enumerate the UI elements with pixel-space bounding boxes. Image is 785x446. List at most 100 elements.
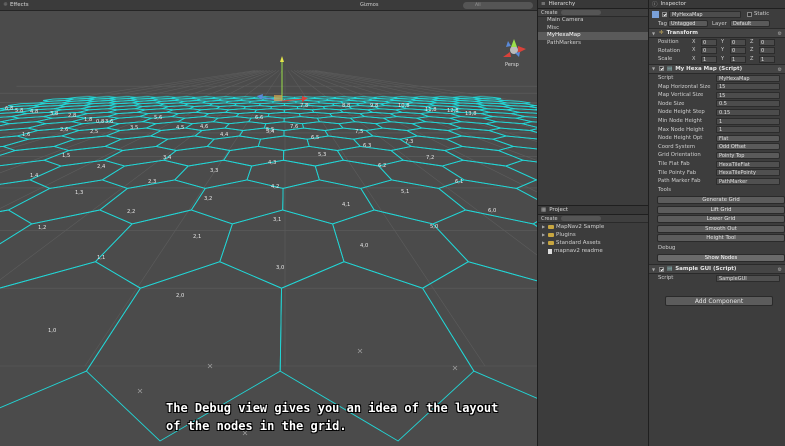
hex-cell — [212, 96, 237, 100]
tool-button[interactable]: Smooth Out — [657, 224, 785, 233]
hex-cell — [488, 127, 537, 140]
project-item[interactable]: mapnav2 readme — [538, 247, 648, 255]
hexamap-field-value[interactable]: HexaTileFlat — [716, 160, 780, 168]
project-tab[interactable]: ▦ Project — [538, 206, 648, 215]
rotation-y-field[interactable]: 0 — [730, 47, 746, 55]
static-label: Static — [754, 11, 770, 17]
project-item[interactable]: ▶ Standard Assets — [538, 239, 648, 247]
transform-header[interactable]: ▼ ✛ Transform ⚙ — [649, 28, 785, 38]
add-component-button[interactable]: Add Component — [665, 296, 773, 306]
hex-node-label: 4,5 — [176, 125, 184, 131]
inspector-tab[interactable]: ⓘ Inspector — [649, 0, 785, 9]
hex-node-label: 5,0 — [430, 224, 438, 230]
hexamap-field-row: Node Height Step 0.15 — [649, 108, 785, 117]
hexamap-field-value[interactable]: 1 — [716, 126, 780, 134]
hexamap-header[interactable]: ▼ ▤ My Hexa Map (Script) ⚙ — [649, 63, 785, 74]
tool-button[interactable]: Generate Grid — [657, 196, 785, 204]
hex-node-label: 5,1 — [401, 189, 409, 195]
hexamap-field-value[interactable]: Flat — [716, 134, 780, 142]
scale-y-field[interactable]: 1 — [730, 55, 746, 63]
hex-node-label: 6,6 — [255, 115, 263, 121]
position-y-field[interactable]: 0 — [730, 38, 746, 46]
gear-icon[interactable]: ⚙ — [778, 267, 782, 273]
hexamap-field-row: Max Node Height 1 — [649, 125, 785, 134]
scene-search-input[interactable]: All — [463, 2, 533, 9]
hex-node-label: 7,3 — [405, 139, 413, 145]
gizmos-menu[interactable]: Gizmos — [360, 2, 378, 8]
hexamap-field-value[interactable]: Pointy Top — [716, 151, 780, 159]
tool-button[interactable]: Lower Grid — [657, 215, 785, 223]
hexamap-field-value[interactable]: MyHexaMap — [716, 74, 780, 82]
persp-label[interactable]: Persp — [505, 62, 519, 68]
hierarchy-item[interactable]: PathMarkers — [538, 40, 648, 48]
hex-node-label: 3,2 — [204, 196, 212, 202]
hexamap-field-value[interactable]: HexaTilePointy — [716, 169, 780, 177]
layer-dropdown[interactable]: Default — [730, 20, 770, 27]
scale-x-field[interactable]: 1 — [701, 55, 717, 63]
hexamap-field-value[interactable]: 0.5 — [716, 100, 780, 108]
position-z-field[interactable]: 0 — [759, 38, 775, 46]
samplegui-script-field[interactable]: SampleGUI — [716, 274, 780, 282]
hexamap-field-value[interactable]: 15 — [716, 83, 780, 91]
project-item[interactable]: ▶ Plugins — [538, 231, 648, 239]
transform-position-row: Position X 0 Y 0 Z 0 — [649, 38, 785, 47]
inspector-panel: ⓘ Inspector MyHexaMap Static Tag Untagge… — [648, 0, 785, 446]
hexamap-field-row: Script MyHexaMap — [649, 74, 785, 83]
fold-arrow-icon: ▼ — [652, 30, 656, 36]
hex-node-label: 6,5 — [311, 135, 319, 141]
hierarchy-item[interactable]: Main Camera — [538, 17, 648, 25]
hex-node-label: 5,4 — [266, 129, 275, 135]
hex-node-label: 4,1 — [342, 202, 350, 208]
hexamap-field-value[interactable]: 1 — [716, 117, 780, 125]
effects-menu[interactable]: ☼ Effects — [3, 2, 29, 8]
hex-node-label: 9,8 — [370, 103, 378, 109]
object-name-field[interactable]: MyHexaMap — [669, 10, 741, 18]
hierarchy-item[interactable]: MyHexaMap — [538, 32, 648, 40]
show-nodes-button[interactable]: Show Nodes — [657, 254, 785, 262]
hex-node-label: 2,3 — [148, 179, 156, 185]
project-search-input[interactable] — [560, 216, 601, 221]
hexamap-field-value[interactable]: PathMarker — [716, 177, 780, 185]
project-list: ▶ MapNav2 Sample ▶ Plugins ▶ Standard Assets m… — [538, 223, 648, 255]
expand-arrow-icon[interactable]: ▶ — [542, 223, 546, 231]
scene-view[interactable]: ☼ Effects Gizmos All 6,8 5,8 4,8 3,8 2,8 1,8 0… — [0, 0, 537, 446]
hierarchy-search-input[interactable] — [560, 10, 601, 15]
hierarchy-create-button[interactable]: Create — [541, 10, 558, 16]
gear-icon[interactable]: ⚙ — [778, 31, 782, 37]
hexamap-field-value[interactable]: 0.15 — [716, 108, 780, 116]
gear-icon[interactable]: ⚙ — [778, 67, 782, 73]
hex-node-label: 8,8 — [342, 103, 350, 109]
hex-grid-debug-view: 6,8 5,8 4,8 3,8 2,8 1,8 0,8 7,8 8,8 9,8 10,8 11,8 12… — [0, 39, 537, 442]
orientation-gizmo[interactable] — [503, 39, 526, 57]
samplegui-enabled-checkbox[interactable] — [659, 266, 664, 272]
fold-arrow-icon: ▼ — [652, 66, 656, 72]
project-create-button[interactable]: Create — [541, 216, 558, 222]
hexamap-field-value[interactable]: Odd Offset — [716, 143, 780, 151]
script-icon: ▤ — [667, 65, 673, 72]
hierarchy-panel: ≡ Hierarchy Create Main Camera Misc MyHexa… — [537, 0, 648, 205]
hex-node-label: 6,2 — [378, 163, 386, 169]
hexamap-enabled-checkbox[interactable] — [659, 66, 664, 72]
samplegui-header[interactable]: ▼ ▤ Sample GUI (Script) ⚙ — [649, 264, 785, 274]
rotation-x-field[interactable]: 0 — [701, 47, 717, 55]
project-item[interactable]: ▶ MapNav2 Sample — [538, 223, 648, 231]
hex-node-label: 1,2 — [38, 225, 46, 231]
hierarchy-tab[interactable]: ≡ Hierarchy — [538, 0, 648, 9]
position-x-field[interactable]: 0 — [701, 38, 717, 46]
active-checkbox[interactable] — [662, 11, 667, 17]
hex-node-label: 0,8 — [96, 119, 104, 125]
tool-button[interactable]: Lift Grid — [657, 205, 785, 214]
transform-move-gizmo[interactable] — [257, 56, 308, 102]
tool-button[interactable]: Height Tool — [657, 234, 785, 242]
static-checkbox[interactable] — [747, 11, 752, 17]
scale-z-field[interactable]: 1 — [759, 55, 775, 63]
hierarchy-item[interactable]: Misc — [538, 25, 648, 33]
tag-dropdown[interactable]: Untagged — [668, 20, 708, 27]
hexamap-field-value[interactable]: 15 — [716, 91, 780, 99]
expand-arrow-icon[interactable]: ▶ — [542, 231, 546, 239]
hex-node-label: 2,6 — [60, 127, 68, 133]
rotation-z-field[interactable]: 0 — [759, 47, 775, 55]
expand-arrow-icon[interactable]: ▶ — [542, 239, 546, 247]
hex-cell — [0, 179, 51, 212]
hex-cell — [332, 209, 470, 289]
